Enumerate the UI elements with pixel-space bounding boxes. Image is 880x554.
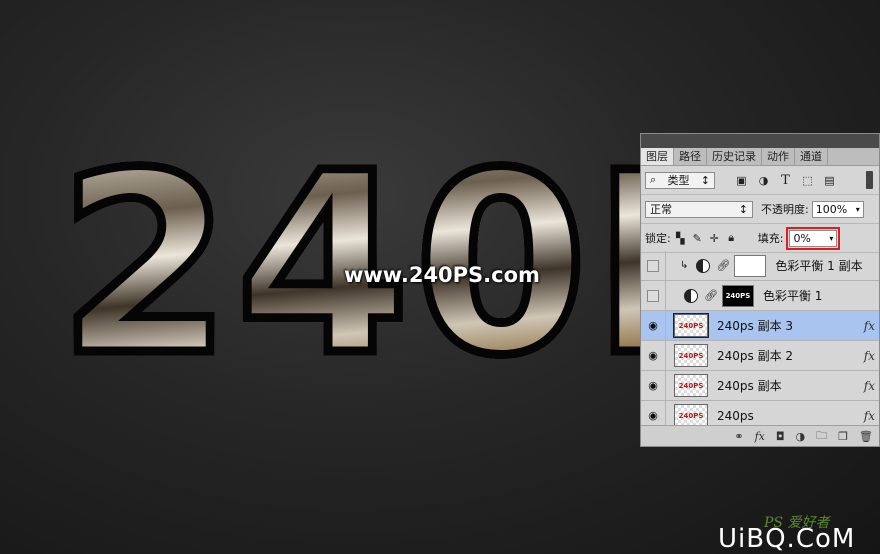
eye-icon: ◉ bbox=[648, 319, 658, 332]
opacity-label: 不透明度: bbox=[761, 203, 809, 216]
fill-label: 填充: bbox=[757, 232, 784, 245]
visibility-off-box bbox=[647, 289, 659, 302]
clip-arrow-icon: ↳ bbox=[680, 260, 689, 271]
site-logo-brand: UiBQ.CoM bbox=[718, 524, 856, 554]
fill-highlight: 0% ▾ bbox=[786, 226, 841, 250]
layer-name: 240ps 副本 3 bbox=[717, 319, 794, 333]
layer-name: 240ps 副本 2 bbox=[717, 349, 794, 363]
blend-row: 正常 ↕ 不透明度: 100% ▾ bbox=[641, 195, 879, 224]
filter-icons: ▣ ◑ T ⬚ ▤ bbox=[735, 173, 836, 188]
filter-toggle[interactable] bbox=[866, 171, 873, 189]
visibility-toggle[interactable]: ◉ bbox=[641, 401, 666, 426]
link-icon[interactable]: 🔗︎ bbox=[704, 289, 718, 302]
panel-bottom-bar: ⚭ fx ◘ ◑ 🗀︎ ❐ 🗑︎ bbox=[641, 425, 879, 446]
tab-paths[interactable]: 路径 bbox=[674, 148, 707, 165]
add-style-icon[interactable]: fx bbox=[755, 430, 765, 443]
layer-mask-thumbnail[interactable]: 240PS bbox=[721, 284, 754, 307]
visibility-toggle[interactable]: ◉ bbox=[641, 371, 666, 400]
fill-value: 0% bbox=[793, 231, 811, 245]
watermark-text: www.240PS.com bbox=[344, 263, 540, 287]
lock-brush-icon[interactable]: ✎ bbox=[691, 232, 704, 245]
tab-history[interactable]: 历史记录 bbox=[707, 148, 762, 165]
layer-name: 色彩平衡 1 bbox=[762, 289, 823, 303]
new-group-icon[interactable]: 🗀︎ bbox=[816, 427, 827, 446]
opacity-field[interactable]: 100% ▾ bbox=[811, 200, 864, 218]
tab-channels[interactable]: 通道 bbox=[795, 148, 828, 165]
lock-move-icon[interactable]: ✛ bbox=[708, 232, 721, 245]
layers-panel: 图层 路径 历史记录 动作 通道 ⌕ 类型 ↕ ▣ ◑ T ⬚ ▤ 正常 ↕ 不… bbox=[640, 133, 880, 447]
filter-kind-label: 类型 bbox=[667, 174, 690, 187]
eye-icon: ◉ bbox=[648, 409, 658, 422]
panel-title-bar[interactable] bbox=[641, 134, 879, 148]
fx-icon[interactable]: fx bbox=[864, 379, 875, 393]
lock-row: 锁定: ▚ ✎ ✛ 🔒︎ 填充: 0% ▾ bbox=[641, 224, 879, 253]
layer-thumbnail[interactable]: 240PS bbox=[674, 404, 708, 426]
type-filter-icon[interactable]: T bbox=[779, 173, 792, 188]
tab-actions[interactable]: 动作 bbox=[762, 148, 795, 165]
layer-thumbnail[interactable]: 240PS bbox=[674, 344, 708, 367]
layer-row[interactable]: ↳ 🔗︎ 色彩平衡 1 副本 bbox=[641, 251, 879, 281]
color-balance-icon bbox=[684, 288, 698, 303]
color-balance-icon bbox=[696, 258, 711, 273]
panel-tabs: 图层 路径 历史记录 动作 通道 bbox=[641, 148, 879, 166]
layer-row[interactable]: ◉ 240PS 240ps 副本 2 fx bbox=[641, 341, 879, 371]
eye-icon: ◉ bbox=[648, 349, 658, 362]
filter-row: ⌕ 类型 ↕ ▣ ◑ T ⬚ ▤ bbox=[641, 166, 879, 195]
lock-all-icon[interactable]: 🔒︎ bbox=[725, 231, 738, 245]
layer-thumbnail[interactable]: 240PS bbox=[674, 374, 708, 397]
chevron-down-icon[interactable]: ▾ bbox=[829, 234, 833, 243]
smart-object-filter-icon[interactable]: ▤ bbox=[823, 174, 836, 187]
eye-icon: ◉ bbox=[648, 379, 658, 392]
visibility-toggle[interactable]: ◉ bbox=[641, 311, 666, 340]
chevron-down-icon[interactable]: ▾ bbox=[856, 205, 860, 214]
visibility-toggle[interactable]: ◉ bbox=[641, 341, 666, 370]
layer-row[interactable]: ◉ 240PS 240ps 副本 3 fx bbox=[641, 311, 879, 341]
blend-mode-select[interactable]: 正常 ↕ bbox=[645, 200, 753, 218]
shape-filter-icon[interactable]: ⬚ bbox=[801, 174, 814, 187]
adjustment-filter-icon[interactable]: ◑ bbox=[757, 174, 770, 187]
opacity-value: 100% bbox=[815, 202, 848, 216]
layer-name: 240ps 副本 bbox=[717, 379, 782, 393]
new-adjustment-icon[interactable]: ◑ bbox=[796, 430, 806, 443]
link-icon[interactable]: 🔗︎ bbox=[716, 259, 730, 272]
layer-name: 240ps bbox=[717, 408, 754, 423]
layer-thumbnail[interactable]: 240PS bbox=[673, 313, 709, 338]
site-logo: PS 爱好者 UiBQ.CoM bbox=[718, 510, 878, 554]
lock-label: 锁定: bbox=[645, 232, 671, 245]
layer-mask-thumbnail[interactable] bbox=[734, 254, 767, 277]
visibility-off-box bbox=[647, 259, 659, 272]
trash-icon[interactable]: 🗑︎ bbox=[859, 430, 873, 443]
visibility-toggle[interactable] bbox=[641, 251, 666, 280]
layer-row[interactable]: 🔗︎ 240PS 色彩平衡 1 bbox=[641, 281, 879, 311]
blend-mode-value: 正常 bbox=[650, 203, 672, 216]
fx-icon[interactable]: fx bbox=[864, 409, 875, 423]
visibility-toggle[interactable] bbox=[641, 281, 666, 310]
layers-list: ↳ 🔗︎ 色彩平衡 1 副本 🔗︎ 240PS 色彩平衡 1 ◉ 240PS 2… bbox=[641, 251, 879, 426]
search-icon: ⌕ bbox=[650, 173, 657, 186]
updown-icon: ↕ bbox=[738, 202, 748, 216]
lock-transparent-icon[interactable]: ▚ bbox=[674, 232, 687, 245]
filter-kind-select[interactable]: ⌕ 类型 ↕ bbox=[645, 171, 715, 189]
fx-icon[interactable]: fx bbox=[864, 349, 875, 363]
fx-icon[interactable]: fx bbox=[864, 319, 875, 333]
fill-field[interactable]: 0% ▾ bbox=[789, 229, 838, 247]
layer-row[interactable]: ◉ 240PS 240ps 副本 fx bbox=[641, 371, 879, 401]
link-layers-icon[interactable]: ⚭ bbox=[734, 430, 743, 443]
image-filter-icon[interactable]: ▣ bbox=[735, 174, 748, 187]
layer-row[interactable]: ◉ 240PS 240ps fx bbox=[641, 401, 879, 426]
new-layer-icon[interactable]: ❐ bbox=[838, 430, 848, 443]
tab-layers[interactable]: 图层 bbox=[641, 148, 674, 165]
add-mask-icon[interactable]: ◘ bbox=[776, 430, 785, 443]
updown-icon: ↕ bbox=[700, 173, 710, 187]
layer-name: 色彩平衡 1 副本 bbox=[775, 259, 863, 273]
